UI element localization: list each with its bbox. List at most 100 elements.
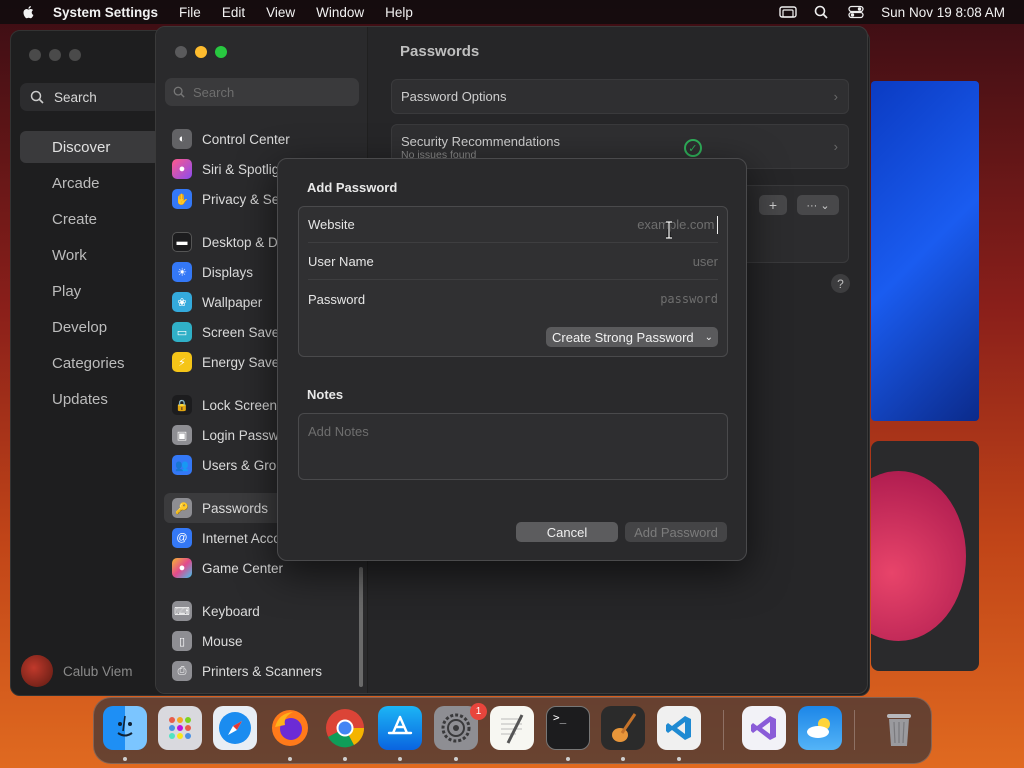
nav-arcade[interactable]: Arcade <box>20 167 160 199</box>
featured-app-card[interactable] <box>871 441 979 671</box>
wallpaper-icon: ❀ <box>172 292 192 312</box>
displays-icon: ☀ <box>172 262 192 282</box>
control-center-icon[interactable] <box>847 5 865 19</box>
sidebar-item-mouse[interactable]: ▯ Mouse <box>164 626 360 656</box>
menu-file[interactable]: File <box>179 5 201 20</box>
traffic-lights <box>175 46 227 58</box>
minimize-button[interactable] <box>195 46 207 58</box>
finder-icon[interactable] <box>103 706 147 750</box>
sidebar-item-label: Privacy & Sec <box>202 191 287 207</box>
app-store-search-label: Search <box>54 89 97 105</box>
menu-window[interactable]: Window <box>316 5 364 20</box>
desktop-dock-icon: ▬ <box>172 232 192 252</box>
nav-work[interactable]: Work <box>20 239 160 271</box>
weather-icon[interactable] <box>798 706 842 750</box>
menu-edit[interactable]: Edit <box>222 5 245 20</box>
nav-updates[interactable]: Updates <box>20 383 160 415</box>
sidebar-item-label: Lock Screen <box>202 397 278 413</box>
website-field[interactable]: example.com <box>637 215 718 234</box>
screen-mirroring-icon[interactable] <box>779 5 797 19</box>
garageband-icon[interactable] <box>601 706 645 750</box>
textedit-icon[interactable] <box>490 706 534 750</box>
website-label: Website <box>308 217 355 232</box>
website-row[interactable]: Website example.com <box>308 207 718 243</box>
settings-search-field[interactable]: Search <box>165 78 359 106</box>
sidebar-item-label: Siri & Spotlig <box>202 161 280 177</box>
keyboard-icon: ⌨ <box>172 601 192 621</box>
printers-icon: ⎙ <box>172 661 192 681</box>
nav-play[interactable]: Play <box>20 275 160 307</box>
help-button[interactable]: ? <box>831 274 850 293</box>
close-button[interactable] <box>29 49 41 61</box>
sidebar-item-label: Energy Saver <box>202 354 284 370</box>
sidebar-item-label: Screen Saver <box>202 324 284 340</box>
nav-discover[interactable]: Discover <box>20 131 160 163</box>
nav-categories[interactable]: Categories <box>20 347 160 379</box>
password-options-row[interactable]: Password Options › <box>391 79 849 114</box>
create-strong-password-popup[interactable]: Create Strong Password ⌄ <box>546 327 718 347</box>
more-actions-button[interactable]: ··· ⌄ <box>797 195 839 215</box>
username-field[interactable]: user <box>693 254 718 269</box>
notes-field[interactable]: Add Notes <box>298 413 728 480</box>
sidebar-item-label: Login Passwo <box>202 427 287 443</box>
sidebar-item-keyboard[interactable]: ⌨ Keyboard <box>164 596 360 626</box>
terminal-icon[interactable]: >_ <box>546 706 590 750</box>
visual-studio-icon[interactable] <box>742 706 786 750</box>
minimize-button[interactable] <box>49 49 61 61</box>
firefox-icon[interactable] <box>268 706 312 750</box>
username-row[interactable]: User Name user <box>308 244 718 280</box>
sidebar-item-label: Mouse <box>202 633 243 649</box>
sidebar-item-label: Control Center <box>202 131 290 147</box>
password-field[interactable]: password <box>660 292 718 306</box>
app-store-search-field[interactable]: Search <box>20 83 160 111</box>
launchpad-icon[interactable] <box>158 706 202 750</box>
sidebar-item-label: Desktop & Do <box>202 234 286 250</box>
featured-banner[interactable] <box>871 81 979 421</box>
passwords-key-icon: 🔑 <box>172 498 192 518</box>
notes-placeholder: Add Notes <box>308 424 369 439</box>
close-button[interactable] <box>175 46 187 58</box>
settings-search-placeholder: Search <box>193 84 235 100</box>
zoom-button[interactable] <box>215 46 227 58</box>
app-artwork <box>871 471 966 641</box>
running-indicator <box>288 757 292 761</box>
menu-app-name[interactable]: System Settings <box>53 5 158 20</box>
password-row[interactable]: Password password <box>308 281 718 317</box>
running-indicator <box>454 757 458 761</box>
website-placeholder: example.com <box>637 217 715 232</box>
dock: 1 >_ <box>93 697 932 764</box>
game-center-icon: ● <box>172 558 192 578</box>
sidebar-item-label: Wallpaper <box>202 294 263 310</box>
privacy-hand-icon: ✋ <box>172 189 192 209</box>
add-password-dialog: Add Password Website example.com User Na… <box>277 158 747 561</box>
trash-icon[interactable] <box>877 706 921 750</box>
menu-view[interactable]: View <box>266 5 295 20</box>
nav-develop[interactable]: Develop <box>20 311 160 343</box>
account-button[interactable]: Calub Viem <box>21 655 133 687</box>
checkmark-circle-icon: ✓ <box>683 139 702 157</box>
sidebar-scrollbar[interactable] <box>359 567 363 687</box>
add-password-submit-button[interactable]: Add Password <box>625 522 727 542</box>
sidebar-item-control-center[interactable]: ◐ Control Center <box>164 124 360 154</box>
notes-label: Notes <box>307 387 344 402</box>
avatar <box>21 655 53 687</box>
nav-create[interactable]: Create <box>20 203 160 235</box>
running-indicator <box>566 757 570 761</box>
sidebar-item-printers-scanners[interactable]: ⎙ Printers & Scanners <box>164 656 360 686</box>
sidebar-item-label: Users & Grou <box>202 457 284 473</box>
password-options-label: Password Options <box>401 89 507 104</box>
add-password-button[interactable]: + <box>759 195 787 215</box>
vscode-icon[interactable] <box>657 706 701 750</box>
menu-help[interactable]: Help <box>385 5 413 20</box>
zoom-button[interactable] <box>69 49 81 61</box>
login-password-icon: ▣ <box>172 425 192 445</box>
siri-icon: ● <box>172 159 192 179</box>
spotlight-search-icon[interactable] <box>813 5 831 19</box>
menu-clock[interactable]: Sun Nov 19 8:08 AM <box>881 5 1005 20</box>
app-store-icon[interactable] <box>378 706 422 750</box>
cancel-button[interactable]: Cancel <box>516 522 618 542</box>
search-icon <box>173 86 185 98</box>
safari-icon[interactable] <box>213 706 257 750</box>
apple-logo-icon[interactable] <box>18 5 38 19</box>
chrome-icon[interactable] <box>323 706 367 750</box>
